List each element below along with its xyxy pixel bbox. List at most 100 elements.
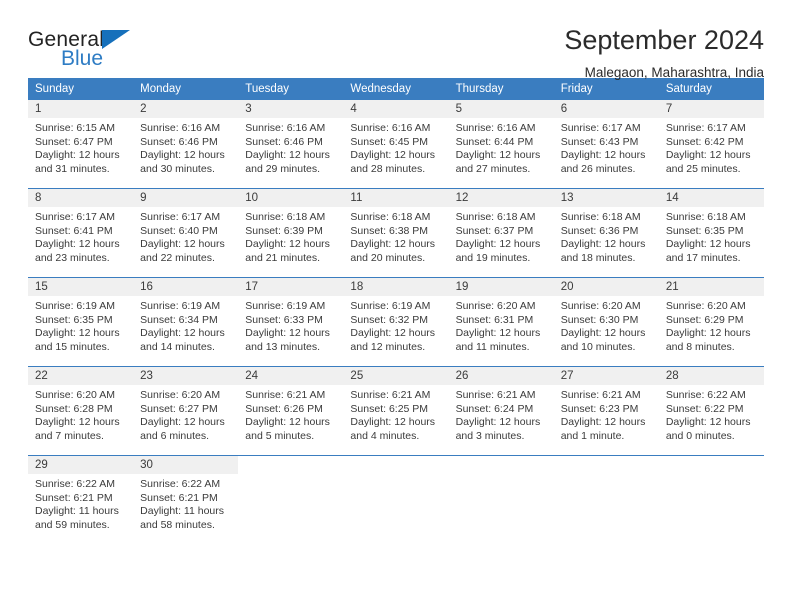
day-cell-inner: 21 Sunrise: 6:20 AM Sunset: 6:29 PM Dayligh… [658,278,764,366]
calendar-day-cell[interactable]: 16 Sunrise: 6:19 AM Sunset: 6:34 PM Dayligh… [133,277,239,367]
calendar-day-cell[interactable]: 17 Sunrise: 6:19 AM Sunset: 6:33 PM Dayligh… [238,277,344,367]
daylight-text: Daylight: 12 hours and 21 minutes. [245,238,330,264]
calendar-day-cell[interactable]: 21 Sunrise: 6:20 AM Sunset: 6:29 PM Dayligh… [658,277,764,367]
day-number [659,456,764,474]
calendar-day-cell[interactable]: 10 Sunrise: 6:18 AM Sunset: 6:39 PM Dayligh… [238,188,344,278]
daylight-text: Daylight: 12 hours and 23 minutes. [35,238,120,264]
calendar-day-cell[interactable]: 23 Sunrise: 6:20 AM Sunset: 6:27 PM Dayligh… [133,366,239,456]
calendar-day-cell[interactable]: 7 Sunrise: 6:17 AM Sunset: 6:42 PM Daylight… [658,100,764,189]
calendar-page: General Blue September 2024 Malegaon, Ma… [0,0,792,612]
calendar-day-cell[interactable]: 5 Sunrise: 6:16 AM Sunset: 6:44 PM Daylight… [448,100,554,189]
day-number: 5 [448,100,554,118]
day-number: 25 [343,367,449,385]
calendar-day-cell[interactable]: 14 Sunrise: 6:18 AM Sunset: 6:35 PM Dayligh… [658,188,764,278]
sunset-text: Sunset: 6:37 PM [455,224,534,237]
day-number [343,456,448,474]
day-number: 3 [238,100,344,118]
day-details: Sunrise: 6:18 AM Sunset: 6:36 PM Daylight:… [554,207,659,265]
day-details: Sunrise: 6:19 AM Sunset: 6:33 PM Daylight:… [238,296,343,354]
weekday-header-thursday: Thursday [448,78,554,100]
day-cell-inner: 1 Sunrise: 6:15 AM Sunset: 6:47 PM Daylight… [28,100,134,188]
calendar-day-cell[interactable]: 1 Sunrise: 6:15 AM Sunset: 6:47 PM Daylight… [28,100,134,189]
sunrise-text: Sunrise: 6:18 AM [245,211,326,223]
day-number: 27 [553,367,659,385]
sunrise-text: Sunrise: 6:16 AM [140,122,221,134]
day-number: 12 [448,189,554,207]
sunset-text: Sunset: 6:25 PM [350,402,429,415]
calendar-day-cell[interactable]: 15 Sunrise: 6:19 AM Sunset: 6:35 PM Dayligh… [28,277,134,367]
calendar-day-cell[interactable]: 27 Sunrise: 6:21 AM Sunset: 6:23 PM Dayligh… [553,366,659,456]
day-cell-inner: 17 Sunrise: 6:19 AM Sunset: 6:33 PM Dayligh… [238,278,344,366]
daylight-text: Daylight: 12 hours and 20 minutes. [350,238,436,264]
day-cell-inner: 15 Sunrise: 6:19 AM Sunset: 6:35 PM Dayligh… [28,278,134,366]
day-details: Sunrise: 6:15 AM Sunset: 6:47 PM Daylight:… [28,118,133,176]
calendar-week-row: 8 Sunrise: 6:17 AM Sunset: 6:41 PM Daylight… [28,188,764,278]
calendar-day-cell[interactable]: 26 Sunrise: 6:21 AM Sunset: 6:24 PM Dayligh… [448,366,554,456]
calendar-day-cell[interactable]: 20 Sunrise: 6:20 AM Sunset: 6:30 PM Dayligh… [553,277,659,367]
day-details: Sunrise: 6:17 AM Sunset: 6:43 PM Daylight:… [554,118,659,176]
calendar-day-cell[interactable]: 28 Sunrise: 6:22 AM Sunset: 6:22 PM Dayligh… [658,366,764,456]
calendar-day-cell[interactable]: 9 Sunrise: 6:17 AM Sunset: 6:40 PM Daylight… [133,188,239,278]
sunset-text: Sunset: 6:21 PM [140,491,218,504]
calendar-day-cell[interactable]: 2 Sunrise: 6:16 AM Sunset: 6:46 PM Daylight… [133,100,239,189]
calendar-day-cell[interactable]: 18 Sunrise: 6:19 AM Sunset: 6:32 PM Dayligh… [343,277,449,367]
daylight-text: Daylight: 11 hours and 59 minutes. [35,505,119,531]
day-number: 29 [28,456,134,474]
day-number: 30 [133,456,239,474]
calendar-cell-empty [659,456,764,545]
calendar-day-cell[interactable]: 4 Sunrise: 6:16 AM Sunset: 6:45 PM Daylight… [343,100,449,189]
day-details: Sunrise: 6:20 AM Sunset: 6:27 PM Daylight:… [133,385,238,443]
calendar-day-cell[interactable]: 12 Sunrise: 6:18 AM Sunset: 6:37 PM Dayligh… [448,188,554,278]
calendar-day-cell[interactable]: 25 Sunrise: 6:21 AM Sunset: 6:25 PM Dayligh… [343,366,449,456]
day-cell-inner: 19 Sunrise: 6:20 AM Sunset: 6:31 PM Dayligh… [448,278,554,366]
day-number: 4 [343,100,449,118]
day-details: Sunrise: 6:18 AM Sunset: 6:37 PM Daylight:… [449,207,554,265]
day-cell-inner [343,456,448,544]
day-cell-inner: 27 Sunrise: 6:21 AM Sunset: 6:23 PM Dayligh… [553,367,659,455]
day-details: Sunrise: 6:20 AM Sunset: 6:30 PM Daylight:… [554,296,659,354]
brand-logo[interactable]: General Blue [28,26,148,78]
calendar-day-cell[interactable]: 3 Sunrise: 6:16 AM Sunset: 6:46 PM Daylight… [238,100,344,189]
sunrise-text: Sunrise: 6:18 AM [455,211,536,223]
daylight-text: Daylight: 12 hours and 30 minutes. [140,149,225,175]
sunrise-text: Sunrise: 6:18 AM [560,211,641,223]
sunset-text: Sunset: 6:23 PM [560,402,639,415]
calendar-day-cell[interactable]: 11 Sunrise: 6:18 AM Sunset: 6:38 PM Dayligh… [343,188,449,278]
sunrise-text: Sunrise: 6:19 AM [245,300,326,312]
calendar-day-cell[interactable]: 30 Sunrise: 6:22 AM Sunset: 6:21 PM Dayligh… [133,456,239,545]
weekday-header-wednesday: Wednesday [343,78,449,100]
day-number: 10 [238,189,344,207]
sunset-text: Sunset: 6:26 PM [245,402,323,415]
day-cell-inner: 7 Sunrise: 6:17 AM Sunset: 6:42 PM Daylight… [658,100,764,188]
calendar-day-cell[interactable]: 6 Sunrise: 6:17 AM Sunset: 6:43 PM Daylight… [553,100,659,189]
sunrise-text: Sunrise: 6:20 AM [455,300,536,312]
day-details: Sunrise: 6:16 AM Sunset: 6:44 PM Daylight:… [449,118,554,176]
sunset-text: Sunset: 6:46 PM [245,135,323,148]
day-details: Sunrise: 6:16 AM Sunset: 6:46 PM Daylight:… [133,118,238,176]
daylight-text: Daylight: 12 hours and 25 minutes. [665,149,751,175]
weekday-header-saturday: Saturday [658,78,764,100]
day-cell-inner: 14 Sunrise: 6:18 AM Sunset: 6:35 PM Dayligh… [658,189,764,277]
calendar-day-cell[interactable]: 13 Sunrise: 6:18 AM Sunset: 6:36 PM Dayligh… [553,188,659,278]
day-cell-inner: 29 Sunrise: 6:22 AM Sunset: 6:21 PM Dayligh… [28,456,134,544]
sunset-text: Sunset: 6:32 PM [350,313,429,326]
calendar-cell-empty [449,456,554,545]
day-details: Sunrise: 6:20 AM Sunset: 6:29 PM Daylight:… [659,296,764,354]
sunrise-text: Sunrise: 6:20 AM [665,300,746,312]
calendar-day-cell[interactable]: 29 Sunrise: 6:22 AM Sunset: 6:21 PM Dayligh… [28,456,134,545]
sunrise-text: Sunrise: 6:19 AM [350,300,431,312]
daylight-text: Daylight: 12 hours and 13 minutes. [245,327,330,353]
day-cell-inner: 28 Sunrise: 6:22 AM Sunset: 6:22 PM Dayligh… [658,367,764,455]
sunset-text: Sunset: 6:42 PM [665,135,744,148]
calendar-day-cell[interactable]: 8 Sunrise: 6:17 AM Sunset: 6:41 PM Daylight… [28,188,134,278]
day-cell-inner: 25 Sunrise: 6:21 AM Sunset: 6:25 PM Dayligh… [343,367,449,455]
sunrise-text: Sunrise: 6:18 AM [665,211,746,223]
day-number: 1 [28,100,134,118]
sunset-text: Sunset: 6:29 PM [665,313,744,326]
day-number: 19 [448,278,554,296]
day-number: 8 [28,189,134,207]
sunset-text: Sunset: 6:43 PM [560,135,639,148]
calendar-day-cell[interactable]: 24 Sunrise: 6:21 AM Sunset: 6:26 PM Dayligh… [238,366,344,456]
calendar-day-cell[interactable]: 19 Sunrise: 6:20 AM Sunset: 6:31 PM Dayligh… [448,277,554,367]
calendar-day-cell[interactable]: 22 Sunrise: 6:20 AM Sunset: 6:28 PM Dayligh… [28,366,134,456]
